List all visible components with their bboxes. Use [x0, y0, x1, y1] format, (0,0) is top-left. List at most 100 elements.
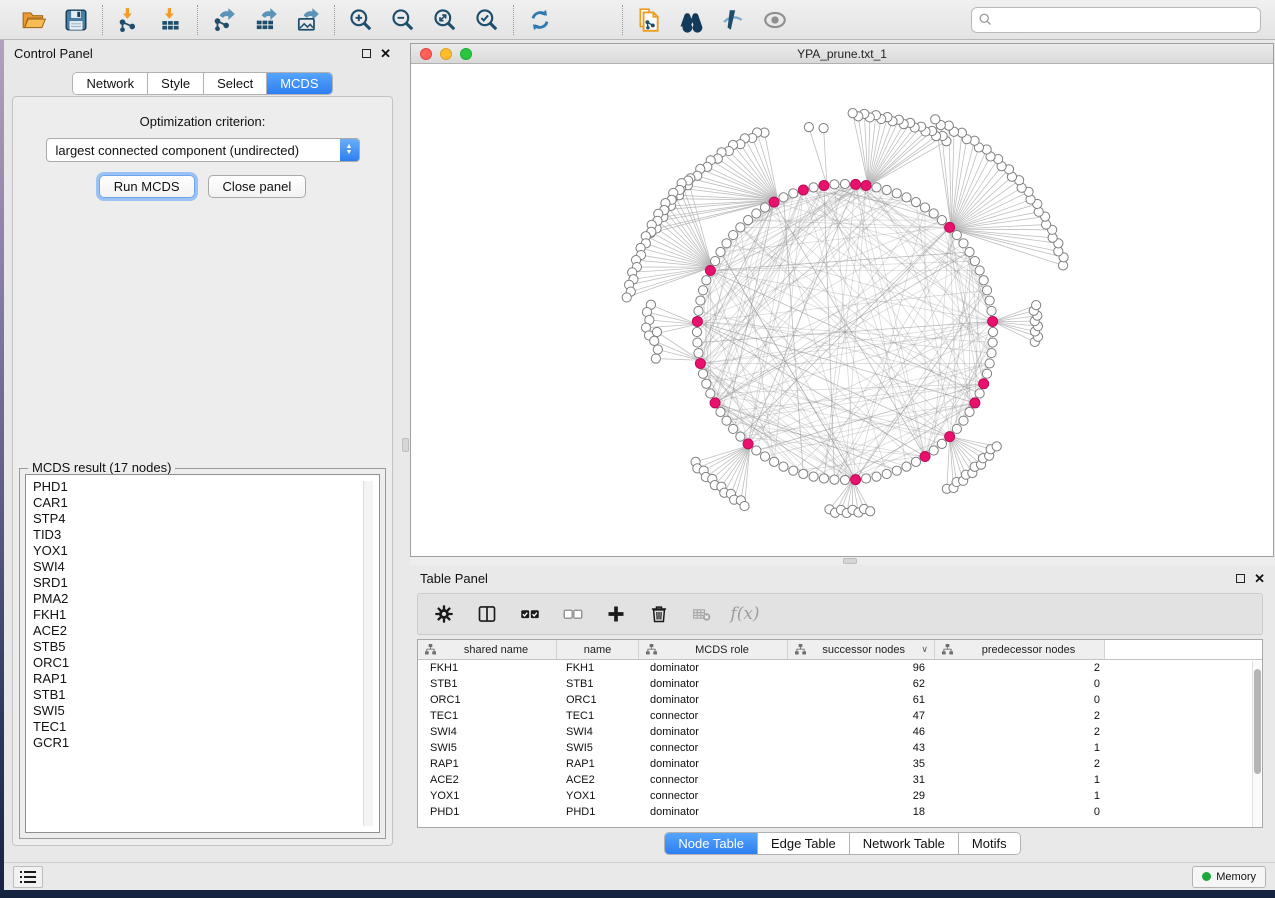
table-cell: dominator	[639, 662, 788, 674]
table-cell: RAP1	[418, 758, 557, 770]
result-node[interactable]: GCR1	[33, 735, 379, 751]
splitter-grip[interactable]	[843, 558, 857, 564]
result-node[interactable]: FKH1	[33, 607, 379, 623]
status-log-button[interactable]	[13, 866, 43, 888]
fx-icon: f(x)	[730, 604, 759, 624]
result-node[interactable]: CAR1	[33, 495, 379, 511]
result-node[interactable]: TEC1	[33, 719, 379, 735]
tab-motifs[interactable]: Motifs	[958, 833, 1020, 854]
table-row[interactable]: ACE2ACE2connector311	[418, 772, 1262, 788]
table-cell: RAP1	[557, 758, 639, 770]
tab-network[interactable]: Network	[73, 73, 147, 94]
table-row[interactable]: PHD1PHD1dominator180	[418, 804, 1262, 820]
column-header-successor-nodes[interactable]: successor nodes ∨	[788, 640, 935, 659]
delete-table-button[interactable]	[690, 602, 714, 626]
result-node[interactable]: YOX1	[33, 543, 379, 559]
network-graph	[411, 64, 1273, 556]
table-cell: STB1	[418, 678, 557, 690]
import-table-button[interactable]	[157, 6, 185, 34]
column-header-mcds-role[interactable]: MCDS role	[639, 640, 788, 659]
refresh-button[interactable]	[526, 6, 554, 34]
save-session-button[interactable]	[62, 6, 90, 34]
network-canvas[interactable]	[411, 64, 1273, 556]
zoom-fit-button[interactable]	[431, 6, 459, 34]
result-node[interactable]: SWI4	[33, 559, 379, 575]
run-mcds-button[interactable]: Run MCDS	[99, 175, 195, 198]
zoom-out-button[interactable]	[389, 6, 417, 34]
column-header-predecessor-nodes[interactable]: predecessor nodes	[935, 640, 1105, 659]
horizontal-splitter[interactable]	[410, 557, 1275, 565]
tab-node-table[interactable]: Node Table	[665, 833, 757, 854]
optimization-criterion-label: Optimization criterion:	[13, 114, 392, 129]
refresh-icon	[527, 7, 553, 33]
table-row[interactable]: SWI4SWI4dominator462	[418, 724, 1262, 740]
result-list-scrollbar[interactable]	[363, 481, 373, 826]
function-builder-button[interactable]: f(x)	[733, 602, 757, 626]
columns-icon	[477, 604, 497, 624]
network-document-button[interactable]	[635, 6, 663, 34]
result-node[interactable]: RAP1	[33, 671, 379, 687]
vertical-splitter[interactable]	[401, 40, 410, 862]
result-node[interactable]: PHD1	[33, 479, 379, 495]
app-body: Control Panel ✕ Network Style Select MCD…	[4, 40, 1275, 890]
memory-button[interactable]: Memory	[1192, 866, 1266, 888]
tab-network-table[interactable]: Network Table	[849, 833, 958, 854]
result-node[interactable]: ORC1	[33, 655, 379, 671]
zoom-selected-button[interactable]	[473, 6, 501, 34]
control-panel-float-icon[interactable]	[362, 49, 371, 58]
column-header-name[interactable]: name	[557, 640, 639, 659]
result-node[interactable]: SRD1	[33, 575, 379, 591]
close-panel-button[interactable]: Close panel	[208, 175, 307, 198]
network-title: YPA_prune.txt_1	[411, 47, 1273, 61]
tab-select[interactable]: Select	[203, 73, 266, 94]
export-network-button[interactable]	[210, 6, 238, 34]
tab-edge-table[interactable]: Edge Table	[757, 833, 849, 854]
table-row[interactable]: RAP1RAP1dominator352	[418, 756, 1262, 772]
table-row[interactable]: ORC1ORC1dominator610	[418, 692, 1262, 708]
result-node[interactable]: PMA2	[33, 591, 379, 607]
table-cell: SWI4	[557, 726, 639, 738]
table-row[interactable]: TEC1TEC1connector472	[418, 708, 1262, 724]
column-header-shared-name[interactable]: shared name	[418, 640, 557, 659]
table-row[interactable]: STB1STB1dominator620	[418, 676, 1262, 692]
export-table-button[interactable]	[252, 6, 280, 34]
show-graphics-details-button[interactable]	[761, 6, 789, 34]
table-row[interactable]: SWI5SWI5connector431	[418, 740, 1262, 756]
table-row[interactable]: FKH1FKH1dominator962	[418, 660, 1262, 676]
result-node[interactable]: STP4	[33, 511, 379, 527]
select-all-rows-button[interactable]	[518, 602, 542, 626]
show-columns-button[interactable]	[475, 602, 499, 626]
result-node[interactable]: STB1	[33, 687, 379, 703]
result-node[interactable]: TID3	[33, 527, 379, 543]
table-panel-close-icon[interactable]: ✕	[1254, 574, 1265, 583]
result-node[interactable]: ACE2	[33, 623, 379, 639]
table-panel-float-icon[interactable]	[1236, 574, 1245, 583]
hide-graphics-details-button[interactable]	[719, 6, 747, 34]
delete-column-button[interactable]	[647, 602, 671, 626]
create-column-button[interactable]	[604, 602, 628, 626]
splitter-grip[interactable]	[402, 438, 409, 452]
tab-mcds[interactable]: MCDS	[266, 73, 331, 94]
export-image-button[interactable]	[294, 6, 322, 34]
result-node[interactable]: STB5	[33, 639, 379, 655]
table-settings-button[interactable]	[432, 602, 456, 626]
binoculars-icon[interactable]	[677, 6, 705, 34]
hide-details-eye-slash-icon	[720, 7, 746, 33]
open-file-button[interactable]	[20, 6, 48, 34]
zoom-in-button[interactable]	[347, 6, 375, 34]
scrollbar-thumb[interactable]	[1254, 669, 1261, 774]
mcds-result-list[interactable]: PHD1CAR1STP4TID3YOX1SWI4SRD1PMA2FKH1ACE2…	[25, 474, 380, 833]
search-input[interactable]	[971, 7, 1261, 33]
table-cell: 2	[935, 710, 1105, 722]
control-panel-close-icon[interactable]: ✕	[380, 49, 391, 58]
optimization-criterion-select[interactable]: largest connected component (undirected)…	[46, 138, 360, 162]
tab-style[interactable]: Style	[147, 73, 203, 94]
binoculars-icon	[678, 7, 704, 33]
table-row[interactable]: YOX1YOX1connector291	[418, 788, 1262, 804]
import-network-button[interactable]	[115, 6, 143, 34]
table-scrollbar[interactable]	[1252, 661, 1262, 827]
table-cell: 43	[788, 742, 935, 754]
control-panel-title: Control Panel	[14, 46, 93, 61]
deselect-all-rows-button[interactable]	[561, 602, 585, 626]
result-node[interactable]: SWI5	[33, 703, 379, 719]
